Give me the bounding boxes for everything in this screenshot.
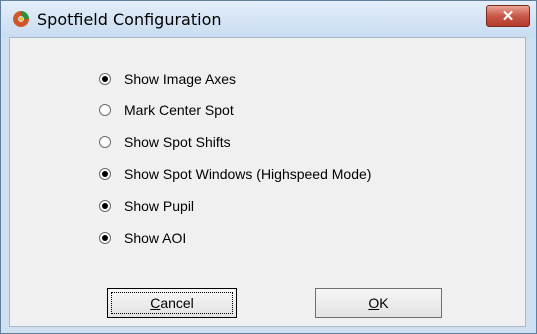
option-label: Mark Center Spot (124, 102, 234, 118)
window-title: Spotfield Configuration (37, 10, 222, 29)
option-label: Show Image Axes (124, 71, 237, 87)
option-label: Show Pupil (124, 198, 195, 214)
radio-button-checked[interactable] (99, 73, 111, 85)
app-logo-icon (13, 11, 29, 27)
ok-button-label: OK (368, 295, 388, 311)
radio-button-checked[interactable] (99, 200, 111, 212)
radio-button-checked[interactable] (99, 168, 111, 180)
option-show-spot-shifts[interactable]: Show Spot Shifts (99, 132, 231, 152)
radio-button[interactable] (99, 136, 111, 148)
close-button[interactable]: ✕ (486, 5, 530, 27)
ok-label-rest: K (379, 295, 389, 311)
option-mark-center-spot[interactable]: Mark Center Spot (99, 100, 234, 120)
option-show-image-axes[interactable]: Show Image Axes (99, 69, 236, 89)
option-show-pupil[interactable]: Show Pupil (99, 196, 194, 216)
option-label: Show Spot Shifts (124, 134, 231, 150)
title-bar[interactable]: Spotfield Configuration ✕ (1, 1, 536, 37)
option-show-aoi[interactable]: Show AOI (99, 228, 186, 248)
cancel-button[interactable]: Cancel (107, 288, 237, 318)
ok-button[interactable]: OK (315, 288, 442, 318)
option-label: Show Spot Windows (Highspeed Mode) (124, 166, 372, 182)
option-label: Show AOI (124, 230, 187, 246)
radio-button-checked[interactable] (99, 232, 111, 244)
radio-button[interactable] (99, 104, 111, 116)
ok-accelerator: O (368, 295, 380, 311)
focus-indicator (111, 292, 233, 314)
close-icon: ✕ (501, 8, 515, 25)
option-show-spot-windows[interactable]: Show Spot Windows (Highspeed Mode) (99, 164, 371, 184)
dialog-client-area: Show Image Axes Mark Center Spot Show Sp… (9, 37, 526, 327)
dialog-window: Spotfield Configuration ✕ Show Image Axe… (0, 0, 537, 334)
